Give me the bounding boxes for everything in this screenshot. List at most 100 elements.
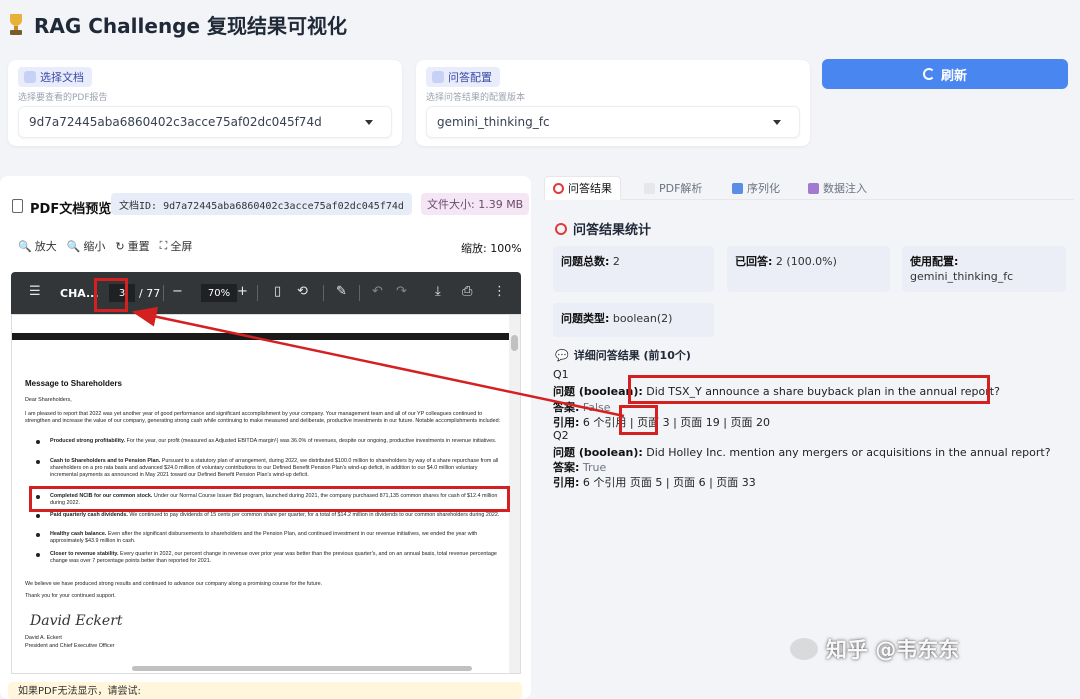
refresh-button[interactable]: 刷新 bbox=[822, 59, 1068, 89]
chevron-down-icon bbox=[365, 120, 373, 125]
config-select-card: 问答配置 选择问答结果的配置版本 gemini_thinking_fc bbox=[416, 60, 810, 146]
pdf-signer-title: President and Chief Executive Officer bbox=[25, 643, 115, 649]
pdf-bullet bbox=[36, 553, 40, 557]
stat-answered: 已回答: 2 (100.0%) bbox=[727, 246, 890, 292]
download-icon[interactable]: ⤓ bbox=[435, 284, 441, 299]
config-select-label: 问答配置 bbox=[426, 67, 500, 87]
refresh-button-label: 刷新 bbox=[940, 68, 967, 84]
doc-id-badge: 文档ID: 9d7a72445aba6860402c3acce75af02dc0… bbox=[111, 193, 412, 215]
tab-data-injection[interactable]: 数据注入 bbox=[808, 176, 867, 200]
config-select-label-text: 问答配置 bbox=[448, 71, 492, 84]
reset-label: 重置 bbox=[127, 240, 150, 253]
wechat-logo-icon bbox=[790, 638, 818, 660]
header: RAG Challenge 复现结果可视化 bbox=[0, 0, 1080, 52]
zoom-in-icon[interactable]: + bbox=[237, 284, 248, 299]
answer-label: 答案: bbox=[553, 461, 580, 474]
reference-label: 引用: bbox=[553, 476, 580, 489]
zoom-in-label: 放大 bbox=[34, 240, 57, 253]
tab-pdf-parse[interactable]: PDF解析 bbox=[644, 176, 702, 200]
answer-value: True bbox=[582, 461, 607, 474]
annotation-box-question bbox=[628, 375, 990, 404]
answer-value: False bbox=[582, 401, 611, 414]
file-size-badge: 文件大小: 1.39 MB bbox=[421, 193, 530, 215]
fullscreen-icon: ⛶ bbox=[159, 239, 168, 252]
reference-line: 引用: 6 个引用 页面 5 | 页面 6 | 页面 33 bbox=[553, 474, 756, 490]
stat-label: 使用配置: bbox=[910, 255, 959, 268]
serialize-icon bbox=[732, 182, 743, 194]
tab-label: 序列化 bbox=[747, 182, 780, 195]
annotation-box-page-ref bbox=[619, 405, 658, 435]
annotate-icon[interactable]: ✎ bbox=[336, 284, 347, 299]
tab-label: PDF解析 bbox=[659, 182, 703, 195]
document-select[interactable]: 9d7a72445aba6860402c3acce75af02dc045f74d bbox=[18, 106, 392, 138]
stats-title: 问答结果统计 bbox=[555, 219, 651, 238]
page-total: / 77 bbox=[139, 287, 161, 300]
redo-icon[interactable]: ↷ bbox=[396, 284, 407, 299]
toolbar-divider bbox=[359, 285, 360, 301]
watermark: 知乎 @韦东东 bbox=[790, 634, 959, 664]
tab-qa-results[interactable]: 问答结果 bbox=[544, 176, 621, 200]
stat-label: 问题总数: bbox=[561, 255, 610, 268]
pdf-zoom-input[interactable]: 70% bbox=[201, 284, 237, 302]
zoom-out-icon[interactable]: − bbox=[172, 284, 183, 299]
pdf-signer-name: David A. Eckert bbox=[25, 635, 62, 641]
reference-pages: | 页面 6 | 页面 33 bbox=[662, 476, 756, 489]
pdf-vertical-scrollbar[interactable] bbox=[509, 315, 520, 673]
pdf-preview-title: PDF文档预览 bbox=[30, 202, 112, 217]
refresh-icon bbox=[922, 68, 935, 80]
document-select-hint: 选择要查看的PDF报告 bbox=[18, 93, 108, 103]
pdf-thanks: Thank you for your continued support. bbox=[25, 593, 116, 599]
toolbar-divider bbox=[323, 285, 324, 301]
pdf-bullet bbox=[36, 440, 40, 444]
document-icon bbox=[12, 199, 23, 213]
zoom-out-button[interactable]: 🔍 缩小 bbox=[67, 238, 106, 254]
more-icon[interactable]: ⋮ bbox=[493, 284, 506, 299]
pdf-toolbar: ☰ CHA... 3 / 77 − 70% + ▯ ⟲ ✎ ↶ ↷ ⤓ ⎙ ⋮ bbox=[11, 272, 521, 314]
reset-button[interactable]: ↻ 重置 bbox=[115, 238, 149, 254]
rotate-icon[interactable]: ⟲ bbox=[297, 284, 308, 299]
zoom-out-icon: 🔍 bbox=[66, 239, 81, 253]
answer-line: 答案: False bbox=[553, 399, 611, 415]
stat-value: gemini_thinking_fc bbox=[910, 270, 1014, 283]
fit-page-icon[interactable]: ▯ bbox=[274, 284, 281, 299]
annotation-box-ncib bbox=[29, 486, 510, 512]
reference-page-link[interactable]: 页面 5 bbox=[630, 476, 663, 489]
pdf-bullet bbox=[36, 533, 40, 537]
pdf-bullet-text: Healthy cash balance. Even after the sig… bbox=[50, 531, 478, 544]
pdf-bullet-text: Cash to Shareholders and to Pension Plan… bbox=[50, 458, 499, 478]
zoom-in-icon: 🔍 bbox=[18, 239, 32, 253]
settings-icon bbox=[432, 71, 444, 83]
zoom-in-button[interactable]: 🔍 放大 bbox=[18, 238, 57, 254]
undo-icon[interactable]: ↶ bbox=[372, 284, 383, 299]
print-icon[interactable]: ⎙ bbox=[462, 284, 472, 299]
document-icon bbox=[24, 71, 36, 83]
annotation-box-page-number bbox=[94, 278, 128, 312]
document-select-card: 选择文档 选择要查看的PDF报告 9d7a72445aba6860402c3ac… bbox=[8, 60, 402, 146]
menu-icon[interactable]: ☰ bbox=[29, 284, 41, 299]
tab-serialize[interactable]: 序列化 bbox=[732, 176, 780, 200]
pdf-bullet bbox=[36, 514, 40, 518]
question-line: 问题 (boolean): Did Holley Inc. mention an… bbox=[553, 444, 1051, 460]
question-number: Q2 bbox=[553, 429, 569, 442]
stat-question-type: 问题类型: boolean(2) bbox=[553, 303, 714, 337]
stat-label: 问题类型: bbox=[561, 312, 610, 325]
target-icon bbox=[553, 182, 564, 194]
detail-title: 💬 详细问答结果 (前10个) bbox=[555, 347, 691, 363]
answer-label: 答案: bbox=[553, 401, 580, 414]
stat-value: boolean(2) bbox=[612, 312, 673, 325]
config-select[interactable]: gemini_thinking_fc bbox=[426, 106, 800, 138]
watermark-text: 知乎 @韦东东 bbox=[826, 638, 960, 662]
pdf-horizontal-scrollbar[interactable] bbox=[132, 666, 472, 671]
document-icon bbox=[644, 182, 655, 194]
stat-total-questions: 问题总数: 2 bbox=[553, 246, 714, 292]
fullscreen-button[interactable]: ⛶ 全屏 bbox=[160, 238, 193, 254]
toolbar-divider bbox=[163, 285, 164, 301]
zoom-controls: 🔍 放大 🔍 缩小 ↻ 重置 ⛶ 全屏 bbox=[18, 238, 192, 254]
reference-line: 引用: 6 个引用 | 页面 3 | 页面 19 | 页面 20 bbox=[553, 416, 770, 429]
database-icon bbox=[808, 182, 819, 194]
pdf-header-rule bbox=[12, 333, 510, 340]
pdf-hint-bar: 如果PDF无法显示，请尝试: bbox=[8, 682, 522, 699]
stat-value: 2 bbox=[612, 255, 620, 268]
reference-pages: | 页面 19 | 页面 20 bbox=[669, 416, 770, 429]
scrollbar-thumb[interactable] bbox=[511, 335, 518, 351]
